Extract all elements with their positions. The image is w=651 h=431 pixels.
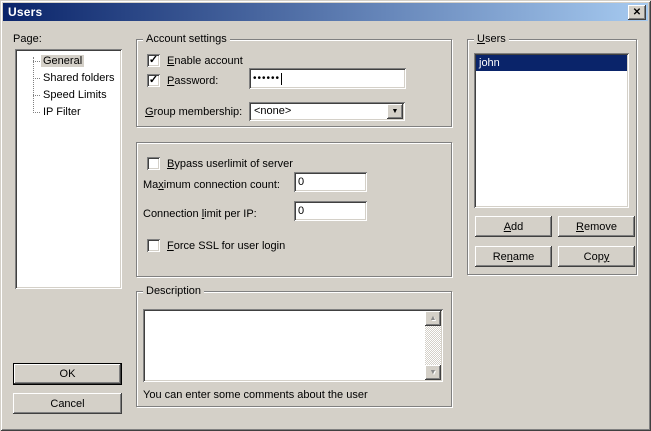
dropdown-button[interactable]: ▼ — [387, 104, 403, 119]
ok-button-label: OK — [60, 368, 76, 380]
group-membership-label: Group membership: — [145, 106, 242, 118]
account-settings-title: Account settings — [143, 33, 230, 46]
ok-button[interactable]: OK — [13, 363, 122, 385]
close-icon: ✕ — [633, 8, 641, 18]
rename-button-label: Rename — [493, 251, 535, 263]
description-textarea[interactable]: ▲ ▼ — [143, 309, 443, 382]
title-bar[interactable]: Users ✕ — [3, 3, 648, 21]
users-dialog: Users ✕ Page: General Shared folders Spe… — [0, 0, 651, 431]
account-settings-group: Account settings ✓ Enable account ✓ Pass… — [136, 39, 452, 127]
page-tree: General Shared folders Speed Limits IP F… — [15, 49, 122, 289]
rename-button[interactable]: Rename — [475, 246, 552, 267]
tree-item-label: Speed Limits — [41, 89, 109, 101]
add-button[interactable]: Add — [475, 216, 552, 237]
description-group: Description ▲ ▼ You can enter some comme… — [136, 291, 452, 407]
user-name: john — [479, 57, 500, 69]
window-title: Users — [8, 5, 42, 19]
tree-item-label: General — [41, 55, 84, 67]
password-label[interactable]: Password: — [167, 75, 218, 87]
description-hint: You can enter some comments about the us… — [143, 389, 368, 401]
group-membership-select[interactable]: <none> ▼ — [249, 102, 405, 121]
users-group-title: Users — [474, 33, 509, 46]
users-listbox[interactable]: john — [474, 53, 629, 208]
connection-per-ip-value: 0 — [298, 205, 304, 217]
add-button-label: Add — [504, 221, 524, 233]
connection-per-ip-input[interactable]: 0 — [294, 201, 367, 221]
force-ssl-checkbox[interactable] — [147, 239, 160, 252]
max-connection-value: 0 — [298, 176, 304, 188]
close-button[interactable]: ✕ — [628, 5, 646, 20]
text-caret — [281, 73, 282, 85]
vertical-scrollbar[interactable]: ▲ ▼ — [425, 311, 441, 380]
force-ssl-label[interactable]: Force SSL for user login — [167, 240, 285, 252]
tree-item-general[interactable]: General — [17, 53, 120, 70]
scroll-up-icon: ▲ — [430, 315, 437, 322]
copy-button-label: Copy — [584, 251, 610, 263]
remove-button-label: Remove — [576, 221, 617, 233]
bypass-userlimit-label[interactable]: Bypass userlimit of server — [167, 158, 293, 170]
enable-account-checkbox[interactable]: ✓ — [147, 54, 160, 67]
password-input[interactable]: •••••• — [249, 68, 406, 89]
connection-limits-group: Bypass userlimit of server Maximum conne… — [136, 142, 452, 277]
tree-item-label: Shared folders — [41, 72, 117, 84]
copy-button[interactable]: Copy — [558, 246, 635, 267]
page-label: Page: — [13, 33, 42, 45]
tree-item-shared-folders[interactable]: Shared folders — [17, 70, 120, 87]
enable-account-label[interactable]: Enable account — [167, 55, 243, 67]
description-title: Description — [143, 285, 204, 298]
users-group: Users john Add Remove Rename Copy — [467, 39, 637, 275]
scroll-down-button[interactable]: ▼ — [425, 365, 441, 380]
bypass-userlimit-checkbox[interactable] — [147, 157, 160, 170]
max-connection-input[interactable]: 0 — [294, 172, 367, 192]
connection-per-ip-label: Connection limit per IP: — [143, 208, 257, 220]
scroll-down-icon: ▼ — [430, 369, 437, 376]
scroll-up-button[interactable]: ▲ — [425, 311, 441, 326]
password-checkbox[interactable]: ✓ — [147, 74, 160, 87]
tree-item-speed-limits[interactable]: Speed Limits — [17, 87, 120, 104]
cancel-button[interactable]: Cancel — [13, 393, 122, 414]
list-item-john[interactable]: john — [476, 55, 627, 71]
group-membership-value: <none> — [254, 105, 291, 117]
checkmark-icon: ✓ — [149, 55, 158, 66]
chevron-down-icon: ▼ — [392, 108, 399, 115]
password-value: •••••• — [253, 74, 280, 84]
page-tree-inner: General Shared folders Speed Limits IP F… — [17, 51, 120, 287]
tree-item-ip-filter[interactable]: IP Filter — [17, 104, 120, 121]
tree-item-label: IP Filter — [41, 106, 83, 118]
max-connection-label: Maximum connection count: — [143, 179, 280, 191]
remove-button[interactable]: Remove — [558, 216, 635, 237]
cancel-button-label: Cancel — [50, 398, 84, 410]
checkmark-icon: ✓ — [149, 75, 158, 86]
